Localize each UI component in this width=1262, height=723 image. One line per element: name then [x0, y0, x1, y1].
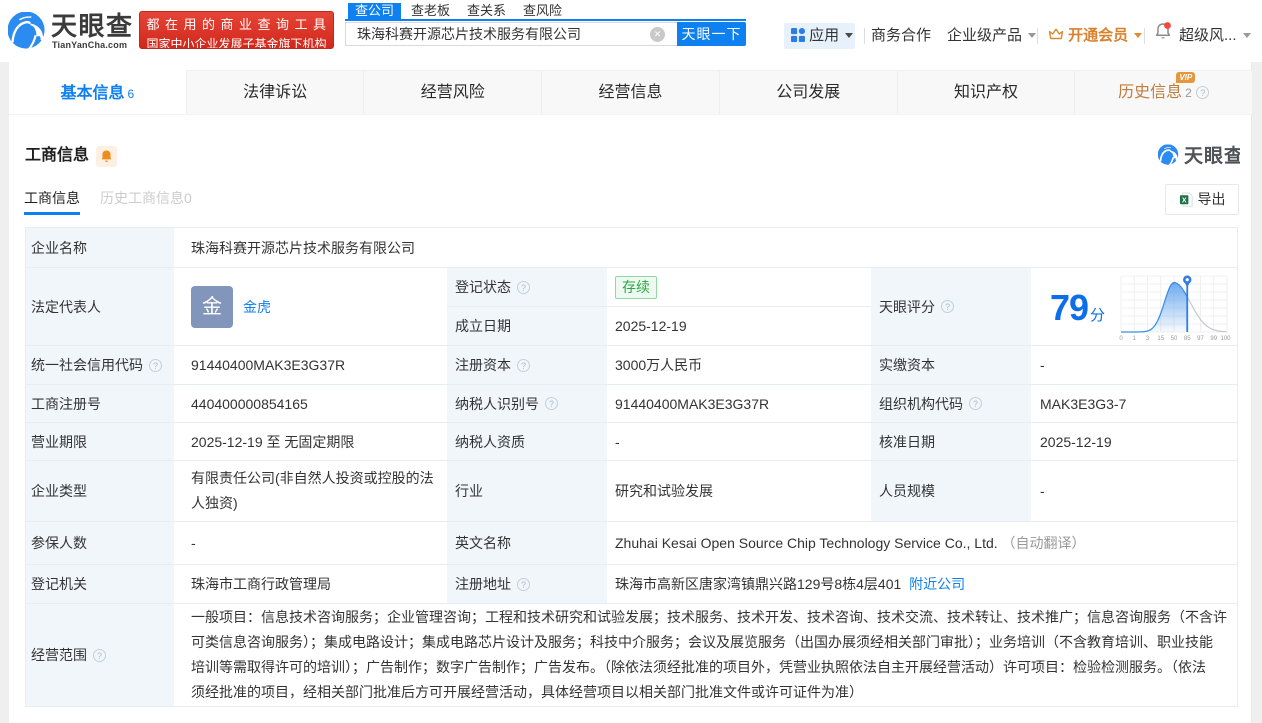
svg-text:15: 15 [1157, 336, 1164, 342]
svg-text:0: 0 [1119, 336, 1123, 342]
svg-text:天眼查: 天眼查 [1184, 144, 1240, 166]
svg-text:99: 99 [1210, 336, 1217, 342]
svg-text:50: 50 [1171, 336, 1178, 342]
svg-text:85: 85 [1184, 336, 1191, 342]
svg-text:1: 1 [1133, 336, 1137, 342]
svg-text:3: 3 [1146, 336, 1150, 342]
svg-text:97: 97 [1197, 336, 1204, 342]
svg-text:X: X [1181, 197, 1186, 204]
svg-text:100: 100 [1220, 336, 1231, 342]
